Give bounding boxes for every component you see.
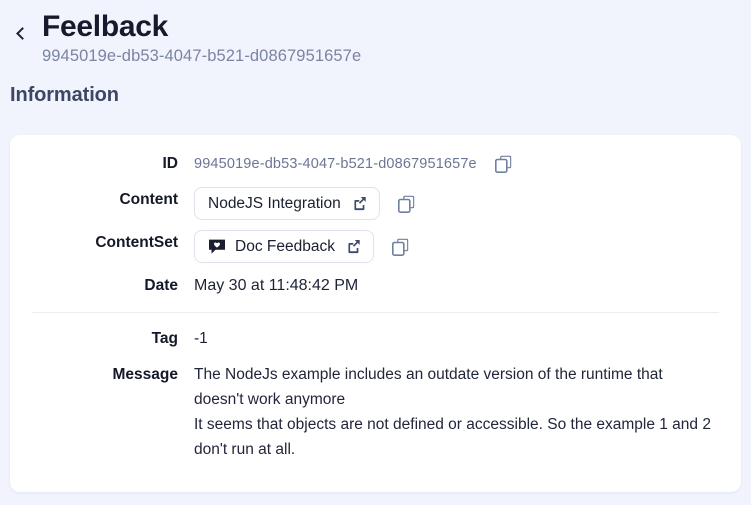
field-label-message: Message	[112, 366, 178, 383]
field-value-id: 9945019e-db53-4047-b521-d0867951657e	[194, 151, 719, 177]
field-row-date: Date May 30 at 11:48:42 PM	[10, 273, 741, 299]
copy-icon	[392, 238, 409, 256]
id-value-text: 9945019e-db53-4047-b521-d0867951657e	[194, 156, 477, 172]
field-value-message: The NodeJs example includes an outdate v…	[194, 362, 719, 462]
page-title: Feelback	[42, 10, 169, 43]
title-block: Feelback 9945019e-db53-4047-b521-d086795…	[42, 10, 361, 67]
content-link-label: NodeJS Integration	[208, 194, 341, 212]
lower-field-group: Tag -1 Message The NodeJs example includ…	[10, 326, 741, 462]
message-paragraph: The NodeJs example includes an outdate v…	[194, 366, 663, 408]
field-label-content: Content	[119, 191, 178, 208]
external-link-icon	[348, 239, 360, 254]
information-card: ID 9945019e-db53-4047-b521-d0867951657e	[10, 135, 741, 492]
page-header: Feelback 9945019e-db53-4047-b521-d086795…	[0, 0, 751, 67]
field-label-contentset: ContentSet	[95, 234, 178, 251]
field-row-message: Message The NodeJs example includes an o…	[10, 362, 741, 462]
field-value-date: May 30 at 11:48:42 PM	[194, 273, 719, 299]
back-button[interactable]	[8, 16, 34, 50]
field-label-id: ID	[162, 155, 179, 172]
copy-contentset-button[interactable]	[390, 236, 412, 258]
field-row-contentset: ContentSet Doc Feedback	[10, 230, 741, 263]
message-body: The NodeJs example includes an outdate v…	[194, 362, 714, 462]
section-heading-information: Information	[10, 84, 119, 106]
speech-bubble-heart-icon	[209, 239, 225, 254]
content-link-pill[interactable]: NodeJS Integration	[194, 187, 380, 220]
card-divider	[32, 312, 719, 313]
contentset-link-label: Doc Feedback	[235, 237, 335, 255]
field-label-tag: Tag	[151, 330, 178, 347]
message-paragraph: It seems that objects are not defined or…	[194, 416, 711, 458]
copy-id-button[interactable]	[493, 153, 515, 175]
field-row-content: Content NodeJS Integration	[10, 187, 741, 220]
field-label-date: Date	[144, 277, 178, 294]
feelback-detail-page: Feelback 9945019e-db53-4047-b521-d086795…	[0, 0, 751, 505]
copy-icon	[495, 155, 512, 173]
upper-field-group: ID 9945019e-db53-4047-b521-d0867951657e	[10, 151, 741, 299]
field-value-content: NodeJS Integration	[194, 187, 719, 220]
copy-content-button[interactable]	[396, 193, 418, 215]
contentset-link-pill[interactable]: Doc Feedback	[194, 230, 374, 263]
external-link-icon	[354, 196, 366, 211]
chevron-left-icon	[16, 26, 29, 40]
page-subtitle-id: 9945019e-db53-4047-b521-d0867951657e	[42, 47, 362, 65]
copy-icon	[398, 195, 415, 213]
field-row-tag: Tag -1	[10, 326, 741, 352]
field-value-tag: -1	[194, 326, 719, 352]
field-row-id: ID 9945019e-db53-4047-b521-d0867951657e	[10, 151, 741, 177]
date-value-text: May 30 at 11:48:42 PM	[194, 277, 359, 294]
field-value-contentset: Doc Feedback	[194, 230, 719, 263]
tag-value-text: -1	[194, 330, 208, 347]
